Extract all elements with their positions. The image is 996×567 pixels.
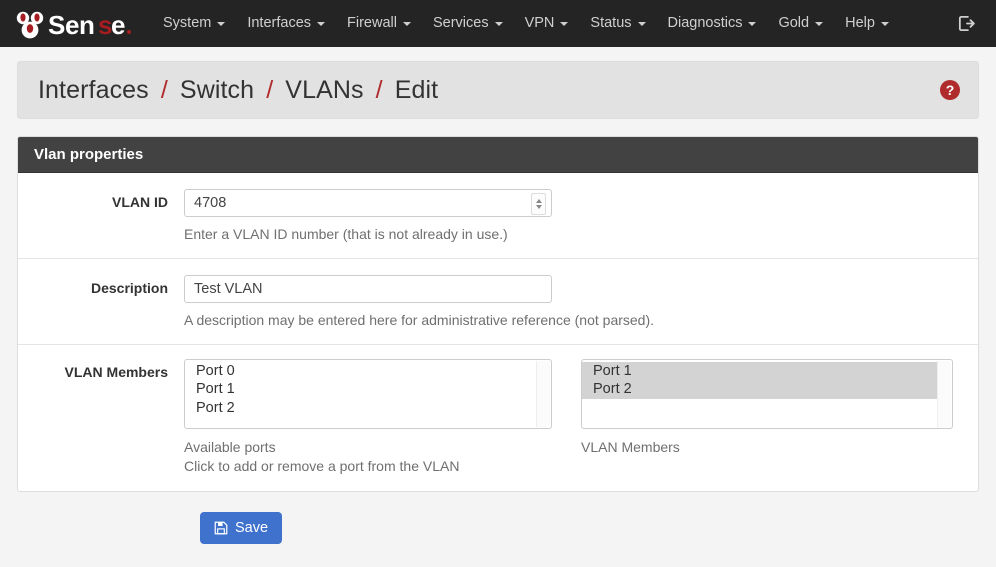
- nav-item-label: Status: [590, 16, 631, 31]
- navbar-menu: System Interfaces Firewall Services VPN …: [152, 10, 951, 37]
- nav-item-label: Firewall: [347, 16, 397, 31]
- form-row-description: Description A description may be entered…: [18, 259, 978, 345]
- chevron-down-icon: [815, 22, 823, 26]
- logout-button[interactable]: [951, 10, 982, 37]
- nav-item-services[interactable]: Services: [422, 10, 514, 37]
- vlan-id-label: VLAN ID: [18, 189, 184, 244]
- vlan-members-label: VLAN Members: [18, 359, 184, 477]
- chevron-down-icon: [495, 22, 503, 26]
- breadcrumb-bar: Interfaces / Switch / VLANs / Edit ?: [17, 61, 979, 119]
- breadcrumb: Interfaces / Switch / VLANs / Edit: [38, 76, 940, 105]
- form-row-vlan-id: VLAN ID Enter a VLAN ID number (that is …: [18, 173, 978, 259]
- chevron-down-icon: [403, 22, 411, 26]
- number-spinner-icon[interactable]: [531, 193, 546, 215]
- vlan-members-caption: VLAN Members: [581, 438, 953, 458]
- list-item[interactable]: Port 1: [185, 380, 537, 399]
- available-ports-scrollbar[interactable]: [536, 361, 550, 427]
- description-label: Description: [18, 275, 184, 330]
- svg-text:S: S: [48, 10, 65, 40]
- page-content: Interfaces / Switch / VLANs / Edit ? Vla…: [0, 47, 996, 544]
- vlan-id-number-wrap: [184, 189, 552, 217]
- nav-item-label: Services: [433, 16, 489, 31]
- vlan-members-scrollbar[interactable]: [937, 361, 951, 427]
- top-navbar: S en s e System Interfaces Firewall Serv…: [0, 0, 996, 47]
- vlan-members-columns: Port 0 Port 1 Port 2 Available ports Cli…: [184, 359, 978, 477]
- breadcrumb-item-edit: Edit: [395, 76, 438, 104]
- pfsense-logo[interactable]: S en s e: [10, 7, 138, 41]
- nav-item-gold[interactable]: Gold: [767, 10, 834, 37]
- floppy-save-icon: [214, 521, 228, 535]
- vlan-id-help-text: Enter a VLAN ID number (that is not alre…: [184, 225, 958, 244]
- vlan-members-column: Port 1 Port 2 VLAN Members: [581, 359, 953, 477]
- svg-text:en: en: [65, 10, 94, 40]
- form-row-vlan-members: VLAN Members Port 0 Port 1 Port 2 Availa…: [18, 345, 978, 491]
- vlan-id-input[interactable]: [184, 189, 552, 217]
- svg-text:s: s: [98, 10, 112, 40]
- chevron-down-icon: [748, 22, 756, 26]
- description-field-wrap: A description may be entered here for ad…: [184, 275, 978, 330]
- breadcrumb-item-vlans[interactable]: VLANs: [285, 76, 363, 104]
- chevron-down-icon: [881, 22, 889, 26]
- list-item[interactable]: Port 0: [185, 362, 537, 381]
- available-ports-caption-line1: Available ports: [184, 438, 552, 458]
- panel-title: Vlan properties: [18, 137, 978, 173]
- vlan-members-listbox[interactable]: Port 1 Port 2: [581, 359, 953, 429]
- vlan-properties-panel: Vlan properties VLAN ID Enter a VLAN ID …: [17, 136, 979, 492]
- nav-item-diagnostics[interactable]: Diagnostics: [657, 10, 768, 37]
- breadcrumb-separator: /: [161, 76, 168, 104]
- description-help-text: A description may be entered here for ad…: [184, 311, 958, 330]
- nav-item-label: Gold: [778, 16, 809, 31]
- save-button[interactable]: Save: [200, 512, 282, 545]
- nav-item-status[interactable]: Status: [579, 10, 656, 37]
- vlan-members-caption-line1: VLAN Members: [581, 438, 953, 458]
- spinner-up-arrow[interactable]: [536, 199, 542, 203]
- nav-item-label: Help: [845, 16, 875, 31]
- svg-text:e: e: [111, 10, 125, 40]
- available-ports-caption-line2: Click to add or remove a port from the V…: [184, 457, 552, 477]
- pfsense-logo-mark: S en s e: [10, 7, 138, 41]
- nav-item-label: Diagnostics: [668, 16, 743, 31]
- nav-item-vpn[interactable]: VPN: [514, 10, 580, 37]
- description-input[interactable]: [184, 275, 552, 303]
- available-ports-caption: Available ports Click to add or remove a…: [184, 438, 552, 477]
- list-item[interactable]: Port 1: [582, 362, 938, 381]
- breadcrumb-separator: /: [376, 76, 383, 104]
- available-ports-listbox[interactable]: Port 0 Port 1 Port 2: [184, 359, 552, 429]
- chevron-down-icon: [317, 22, 325, 26]
- vlan-id-field-wrap: Enter a VLAN ID number (that is not alre…: [184, 189, 978, 244]
- nav-item-help[interactable]: Help: [834, 10, 900, 37]
- nav-item-interfaces[interactable]: Interfaces: [236, 10, 336, 37]
- nav-item-label: Interfaces: [247, 16, 311, 31]
- nav-item-firewall[interactable]: Firewall: [336, 10, 422, 37]
- spinner-down-arrow[interactable]: [536, 205, 542, 209]
- chevron-down-icon: [638, 22, 646, 26]
- panel-body: VLAN ID Enter a VLAN ID number (that is …: [18, 173, 978, 491]
- nav-item-system[interactable]: System: [152, 10, 236, 37]
- list-item[interactable]: Port 2: [582, 380, 938, 399]
- list-item[interactable]: Port 2: [185, 399, 537, 418]
- form-actions: Save: [17, 492, 979, 545]
- breadcrumb-item-interfaces[interactable]: Interfaces: [38, 76, 149, 104]
- help-icon[interactable]: ?: [940, 80, 960, 100]
- sign-out-icon: [957, 14, 976, 33]
- chevron-down-icon: [560, 22, 568, 26]
- save-button-label: Save: [235, 521, 268, 536]
- chevron-down-icon: [217, 22, 225, 26]
- breadcrumb-separator: /: [266, 76, 273, 104]
- breadcrumb-item-switch[interactable]: Switch: [180, 76, 254, 104]
- nav-item-label: System: [163, 16, 211, 31]
- available-ports-column: Port 0 Port 1 Port 2 Available ports Cli…: [184, 359, 552, 477]
- nav-item-label: VPN: [525, 16, 555, 31]
